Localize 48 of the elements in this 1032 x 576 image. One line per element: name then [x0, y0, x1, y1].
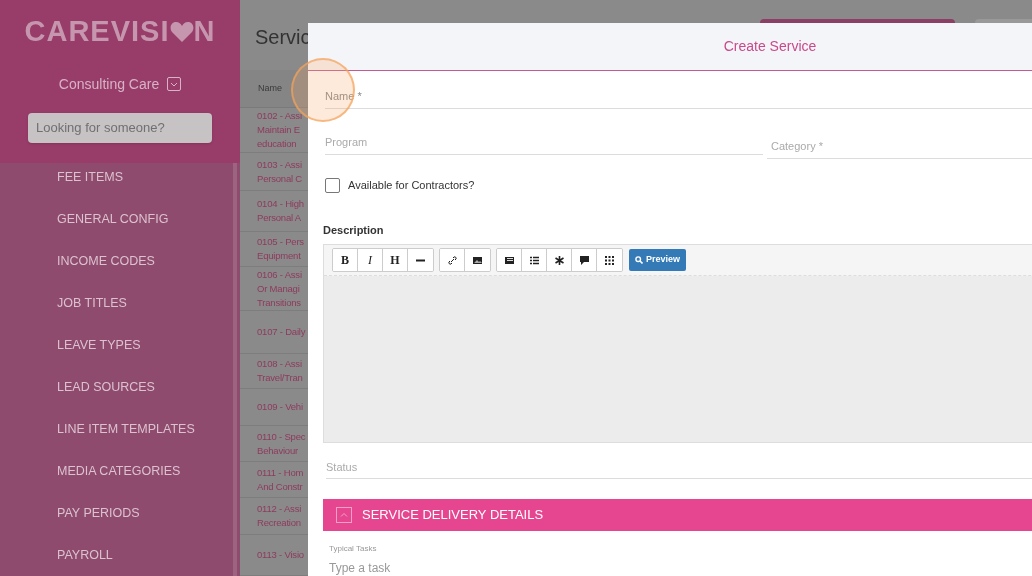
link-button[interactable] [440, 249, 465, 271]
checkbox[interactable] [325, 177, 340, 193]
format-button[interactable]: H [383, 249, 408, 271]
search-icon [635, 256, 643, 264]
editor[interactable]: B I H Preview [323, 244, 1032, 443]
link-icon [446, 254, 458, 266]
nav-item[interactable]: FEE ITEMS [0, 156, 240, 198]
task-field[interactable]: Type a task [329, 559, 629, 576]
section-title: SERVICE DELIVERY DETAILS [362, 506, 544, 525]
list-icon [503, 254, 515, 266]
format-button[interactable]: I [358, 249, 383, 271]
nav-item[interactable]: PAY PERIODS [0, 492, 240, 534]
nav-item[interactable]: LINE ITEM TEMPLATES [0, 408, 240, 450]
page-title: Servic [255, 25, 311, 50]
image-icon [472, 254, 483, 266]
speech-bubble-icon [578, 254, 590, 266]
status-field[interactable]: Status [326, 455, 1032, 479]
search-field[interactable]: Looking for someone? [28, 112, 212, 143]
nav-item[interactable]: LEAD SOURCES [0, 366, 240, 408]
nav-item[interactable]: INCOME CODES [0, 240, 240, 282]
organisation-name: Consulting Care [58, 74, 160, 94]
asterisk-button[interactable] [547, 249, 572, 271]
bullets-icon [528, 254, 540, 266]
section-header[interactable]: SERVICE DELIVERY DETAILS [323, 499, 1032, 531]
nav-item[interactable]: MEDIA CATEGORIES [0, 450, 240, 492]
bullet-list-button[interactable] [522, 249, 547, 271]
format-button[interactable]: B [333, 249, 358, 271]
description-label: Description [323, 222, 385, 238]
horizontal-rule-button[interactable] [408, 249, 433, 271]
grid-icon [604, 254, 615, 266]
field-label: Typical Tasks [329, 543, 378, 555]
list-button[interactable] [497, 249, 522, 271]
logo: CAREVISI N [24, 14, 216, 49]
program-field[interactable]: Program [325, 129, 763, 155]
dropdown-icon[interactable] [167, 77, 182, 91]
dialog-title: Create Service [723, 37, 817, 56]
nav-item[interactable]: JOB TITLES [0, 282, 240, 324]
nav-item[interactable]: PAYROLL [0, 534, 240, 576]
checkbox-label: Available for Contractors? [348, 178, 475, 193]
nav-item[interactable]: GENERAL CONFIG [0, 198, 240, 240]
preview-button[interactable]: Preview [629, 249, 687, 271]
comment-button[interactable] [572, 249, 597, 271]
category-field[interactable]: Category * [767, 133, 1032, 159]
grid-button[interactable] [597, 249, 622, 271]
image-button[interactable] [465, 249, 490, 271]
asterisk-icon [553, 254, 565, 266]
nav-item[interactable]: LEAVE TYPES [0, 324, 240, 366]
column-header[interactable]: Name [258, 81, 282, 96]
